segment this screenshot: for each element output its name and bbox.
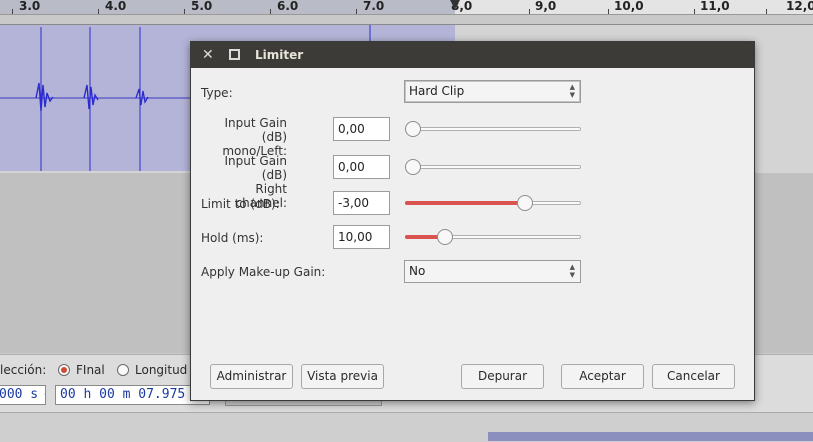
limit-to-label: Limit to (dB): — [201, 197, 280, 211]
ruler-tick-label: 3.0 — [19, 0, 41, 13]
dialog-title: Limiter — [255, 48, 304, 62]
timeline-ruler[interactable]: 3.0 4.0 5.0 6.0 7.0 8,0 9,0 10,0 11,0 12… — [0, 0, 813, 15]
preview-button[interactable]: Vista previa — [301, 364, 384, 389]
length-radio[interactable] — [117, 364, 129, 376]
cancel-button[interactable]: Cancelar — [652, 364, 735, 389]
slider-knob[interactable] — [405, 159, 421, 175]
input-gain-right-label-line1: Input Gain (dB) — [224, 154, 287, 182]
end-radio[interactable] — [58, 364, 70, 376]
makeup-gain-label: Apply Make-up Gain: — [201, 265, 326, 279]
playhead-marker-icon[interactable] — [450, 0, 460, 9]
manage-button[interactable]: Administrar — [210, 364, 293, 389]
ruler-tick-label: 4.0 — [105, 0, 127, 13]
slider-knob[interactable] — [437, 229, 453, 245]
maximize-icon[interactable] — [229, 49, 240, 60]
ruler-selection-shade — [0, 0, 455, 14]
ruler-tick-label: 7.0 — [363, 0, 385, 13]
length-radio-label[interactable]: Longitud — [135, 363, 187, 377]
snap-time-field[interactable]: 000 s ▾ — [0, 385, 46, 405]
input-gain-left-slider[interactable] — [405, 121, 581, 137]
makeup-gain-select[interactable]: No ▲ ▼ — [404, 260, 581, 283]
dialog-titlebar[interactable]: ✕ Limiter — [191, 42, 754, 68]
input-gain-left-label: Input Gain (dB) mono/Left: — [201, 116, 287, 158]
ruler-tick-label: 12,0 — [786, 0, 813, 13]
limiter-dialog: ✕ Limiter Type: Hard Clip ▲ ▼ Input Gain … — [190, 41, 755, 401]
ruler-tick-label: 9,0 — [535, 0, 557, 13]
type-select-value: Hard Clip — [409, 84, 465, 98]
hold-label: Hold (ms): — [201, 231, 264, 245]
type-label: Type: — [201, 86, 233, 100]
selection-label: lección: — [0, 363, 47, 377]
snap-time-value: 000 s — [0, 387, 39, 402]
debug-button[interactable]: Depurar — [461, 364, 544, 389]
limit-to-field[interactable]: -3,00 — [333, 191, 390, 215]
clip-preview — [488, 432, 813, 441]
ruler-tick-label: 10,0 — [614, 0, 644, 13]
makeup-gain-value: No — [409, 264, 426, 278]
hold-slider[interactable] — [405, 229, 581, 245]
ruler-tick-label: 5.0 — [191, 0, 213, 13]
ruler-tick-label: 6.0 — [277, 0, 299, 13]
slider-knob[interactable] — [405, 121, 421, 137]
input-gain-left-label-line1: Input Gain (dB) — [224, 116, 287, 144]
end-radio-label[interactable]: FInal — [76, 363, 105, 377]
ruler-tick-label: 11,0 — [700, 0, 730, 13]
ok-button[interactable]: Aceptar — [561, 364, 644, 389]
spin-arrows-icon: ▲ ▼ — [569, 263, 575, 279]
close-icon[interactable]: ✕ — [202, 47, 214, 63]
input-gain-left-field[interactable]: 0,00 — [333, 117, 390, 141]
selection-end-time[interactable]: 00 h 00 m 07.975 — [55, 385, 210, 405]
input-gain-right-field[interactable]: 0,00 — [333, 155, 390, 179]
slider-knob[interactable] — [517, 195, 533, 211]
input-gain-right-slider[interactable] — [405, 159, 581, 175]
type-select[interactable]: Hard Clip ▲ ▼ — [404, 80, 581, 103]
limit-to-slider[interactable] — [405, 195, 581, 211]
hold-field[interactable]: 10,00 — [333, 225, 390, 249]
spin-arrows-icon: ▲ ▼ — [569, 83, 575, 99]
